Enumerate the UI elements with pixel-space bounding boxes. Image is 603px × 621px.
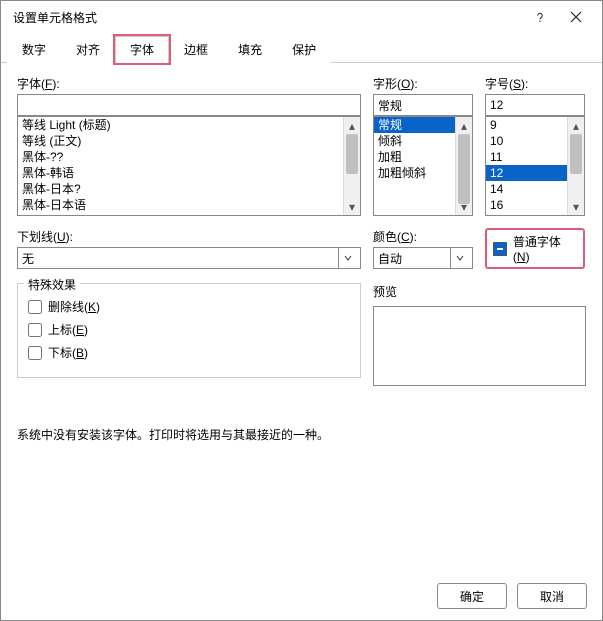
superscript-checkbox[interactable]: 上标(E) [28, 321, 350, 338]
close-button[interactable] [558, 1, 594, 33]
titlebar: 设置单元格格式 [1, 1, 602, 33]
font-listbox[interactable]: 等线 Light (标题) 等线 (正文) 黑体-?? 黑体-韩语 黑体-日本?… [17, 116, 361, 216]
list-item[interactable]: 10 [486, 133, 567, 149]
list-item[interactable]: 9 [486, 117, 567, 133]
scroll-thumb[interactable] [458, 134, 470, 204]
list-item[interactable]: 倾斜 [374, 133, 455, 149]
size-input-value: 12 [490, 98, 503, 112]
style-input[interactable]: 常规 [373, 94, 473, 116]
chevron-down-icon [450, 248, 468, 268]
help-button[interactable] [522, 1, 558, 33]
subscript-checkbox[interactable]: 下标(B) [28, 344, 350, 361]
checkbox-input[interactable] [28, 346, 42, 360]
checkbox-input[interactable] [28, 300, 42, 314]
tab-alignment[interactable]: 对齐 [61, 36, 115, 63]
list-item[interactable]: 黑体-日本语 [18, 197, 343, 213]
strike-checkbox[interactable]: 删除线(K) [28, 298, 350, 315]
content: 字体(F): 等线 Light (标题) 等线 (正文) 黑体-?? 黑体-韩语… [1, 63, 602, 461]
tab-number[interactable]: 数字 [7, 36, 61, 63]
tab-fill[interactable]: 填充 [223, 36, 277, 63]
list-item[interactable]: 加粗 [374, 149, 455, 165]
effects-legend: 特殊效果 [24, 276, 80, 293]
font-input[interactable] [17, 94, 361, 116]
underline-value: 无 [22, 250, 34, 267]
scroll-up-icon[interactable]: ▴ [568, 117, 584, 134]
style-input-value: 常规 [378, 97, 402, 114]
normal-font-checkbox[interactable]: 普通字体(N) [485, 228, 585, 269]
list-item[interactable]: 等线 (正文) [18, 133, 343, 149]
superscript-label: 上标(E) [48, 321, 88, 338]
ok-button[interactable]: 确定 [437, 583, 507, 609]
tab-bar: 数字 对齐 字体 边框 填充 保护 [1, 35, 602, 63]
scroll-up-icon[interactable]: ▴ [344, 117, 360, 134]
tab-border[interactable]: 边框 [169, 36, 223, 63]
list-item[interactable]: 黑体-?? [18, 149, 343, 165]
list-item[interactable]: 12 [486, 165, 567, 181]
color-value: 自动 [378, 250, 402, 267]
scrollbar[interactable]: ▴ ▾ [567, 117, 584, 215]
style-listbox[interactable]: 常规 倾斜 加粗 加粗倾斜 ▴ ▾ [373, 116, 473, 216]
color-label: 颜色(C): [373, 228, 473, 245]
list-item[interactable]: 11 [486, 149, 567, 165]
list-item[interactable]: 黑体-日本? [18, 181, 343, 197]
list-item[interactable]: 16 [486, 197, 567, 213]
window-title: 设置单元格格式 [13, 9, 522, 26]
note-text: 系统中没有安装该字体。打印时将选用与其最接近的一种。 [17, 426, 586, 443]
list-item[interactable]: 等线 Light (标题) [18, 117, 343, 133]
size-listbox[interactable]: 9 10 11 12 14 16 ▴ ▾ [485, 116, 585, 216]
style-label: 字形(O): [373, 75, 473, 92]
scroll-thumb[interactable] [570, 134, 582, 174]
strike-label: 删除线(K) [48, 298, 100, 315]
preview-label: 预览 [373, 283, 586, 300]
color-combo[interactable]: 自动 [373, 247, 473, 269]
scroll-down-icon[interactable]: ▾ [344, 198, 360, 215]
scrollbar[interactable]: ▴ ▾ [343, 117, 360, 215]
tab-protection[interactable]: 保护 [277, 36, 331, 63]
list-item[interactable]: 黑体-韩语 [18, 165, 343, 181]
underline-combo[interactable]: 无 [17, 247, 361, 269]
preview-box [373, 306, 586, 386]
underline-label: 下划线(U): [17, 228, 361, 245]
size-label: 字号(S): [485, 75, 585, 92]
scroll-up-icon[interactable]: ▴ [456, 117, 472, 134]
cancel-button[interactable]: 取消 [517, 583, 587, 609]
list-item[interactable]: 加粗倾斜 [374, 165, 455, 181]
checkbox-input[interactable] [28, 323, 42, 337]
font-label: 字体(F): [17, 75, 361, 92]
checkbox-icon [493, 242, 507, 256]
normal-font-label: 普通字体(N) [513, 233, 577, 264]
chevron-down-icon [338, 248, 356, 268]
scroll-down-icon[interactable]: ▾ [568, 198, 584, 215]
list-item[interactable]: 常规 [374, 117, 455, 133]
subscript-label: 下标(B) [48, 344, 88, 361]
scroll-thumb[interactable] [346, 134, 358, 174]
scrollbar[interactable]: ▴ ▾ [455, 117, 472, 215]
size-input[interactable]: 12 [485, 94, 585, 116]
list-item[interactable]: 14 [486, 181, 567, 197]
footer: 确定 取消 [437, 583, 587, 609]
effects-group: 特殊效果 删除线(K) 上标(E) 下标(B) [17, 283, 361, 378]
tab-font[interactable]: 字体 [115, 36, 169, 63]
